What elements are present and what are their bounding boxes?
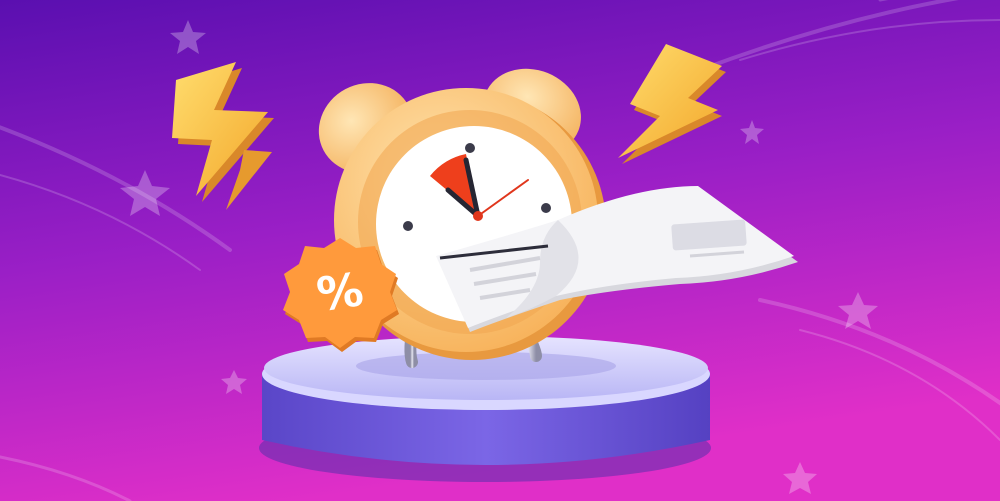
promo-banner: % bbox=[0, 0, 1000, 501]
percent-symbol: % bbox=[313, 262, 366, 322]
banner-illustration: % bbox=[0, 0, 1000, 501]
